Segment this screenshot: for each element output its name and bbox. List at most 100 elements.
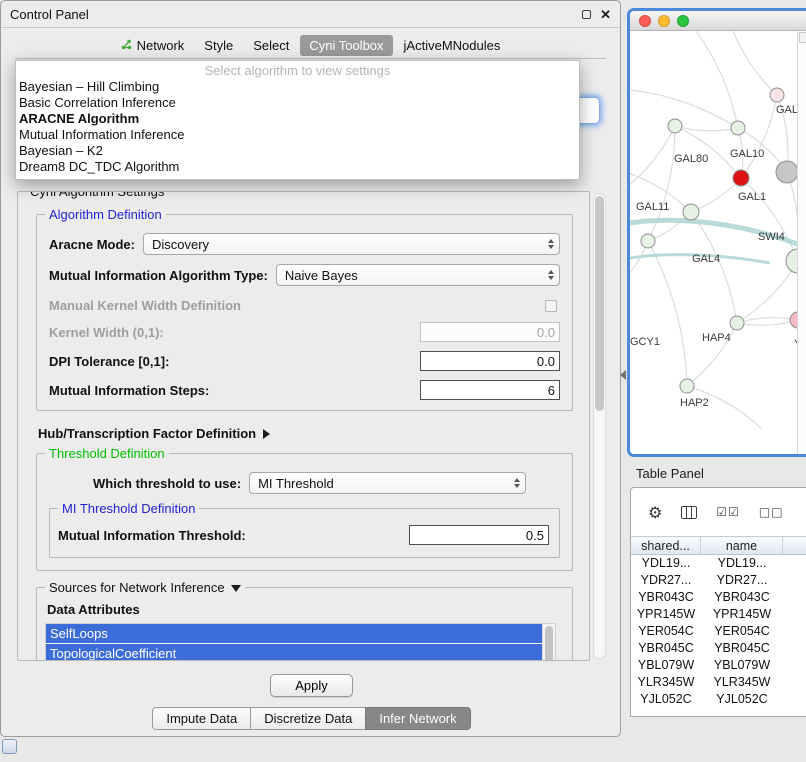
table-row[interactable]: YBR045CYBR045C9. <box>631 640 806 657</box>
expand-right-arrow-icon <box>263 429 270 439</box>
table-row[interactable]: YBR043CYBR043C <box>631 589 806 606</box>
algorithm-option-mutual-information-inference[interactable]: Mutual Information Inference <box>16 127 579 143</box>
manual-kernel-row: Manual Kernel Width Definition <box>49 298 560 313</box>
table-cell: YER054C <box>631 623 701 640</box>
gear-icon[interactable]: ⚙ <box>648 503 662 522</box>
table-row[interactable]: YLR345WYLR345W9. <box>631 674 806 691</box>
dpi-tolerance-input[interactable] <box>420 351 560 371</box>
algorithm-option-aracne-algorithm[interactable]: ARACNE Algorithm <box>16 111 579 127</box>
table-cell: YBR043C <box>701 589 783 606</box>
bottom-tab-impute-data[interactable]: Impute Data <box>152 707 251 730</box>
mi-type-select[interactable]: Naive Bayes <box>276 264 560 286</box>
tab-style[interactable]: Style <box>195 35 242 56</box>
which-threshold-select[interactable]: MI Threshold <box>249 472 526 494</box>
table-row[interactable]: YDR27...YDR27...12 <box>631 572 806 589</box>
sources-title: Sources for Network Inference <box>49 580 225 595</box>
network-icon <box>121 38 132 53</box>
algorithm-option-basic-correlation-inference[interactable]: Basic Correlation Inference <box>16 95 579 111</box>
tab-select[interactable]: Select <box>244 35 298 56</box>
dpi-tolerance-label: DPI Tolerance [0,1]: <box>49 354 169 369</box>
attribute-list: SelfLoopsTopologicalCoefficientBetweenne… <box>45 623 556 661</box>
table-cell: 9. <box>783 640 806 657</box>
network-node[interactable] <box>786 249 797 273</box>
columns-icon[interactable] <box>681 506 697 519</box>
network-node[interactable] <box>641 234 655 248</box>
scrollbar-button[interactable] <box>799 32 806 43</box>
algorithm-option-bayesian-hill-climbing[interactable]: Bayesian – Hill Climbing <box>16 79 579 95</box>
network-node[interactable] <box>668 119 682 133</box>
close-window-button[interactable] <box>639 15 651 27</box>
attribute-list-scrollbar[interactable] <box>542 624 555 661</box>
tab-cyni-toolbox[interactable]: Cyni Toolbox <box>300 35 392 56</box>
network-node[interactable] <box>776 161 797 183</box>
settings-scrollbar[interactable] <box>593 193 606 659</box>
algorithm-option-bayesian-k2[interactable]: Bayesian – K2 <box>16 143 579 159</box>
attribute-item-topologicalcoefficient[interactable]: TopologicalCoefficient <box>46 644 542 661</box>
hub-section-toggle[interactable]: Hub/Transcription Factor Definition <box>38 426 577 441</box>
minimized-panel-icon[interactable] <box>2 739 17 754</box>
scrollbar-thumb[interactable] <box>545 626 553 661</box>
zoom-window-button[interactable] <box>677 15 689 27</box>
aracne-mode-row: Aracne Mode: Discovery <box>49 233 560 255</box>
table-cell: YJL052C <box>631 691 701 708</box>
mi-steps-input[interactable] <box>420 380 560 400</box>
tab-label: Select <box>253 38 289 53</box>
network-node[interactable] <box>731 121 745 135</box>
select-all-icon[interactable]: ☑☑ <box>716 505 740 519</box>
network-node[interactable] <box>730 316 744 330</box>
minimize-window-button[interactable] <box>658 15 670 27</box>
network-edge <box>730 31 777 95</box>
column-header-2[interactable] <box>783 537 806 554</box>
network-canvas[interactable]: GALGAL80GAL10GAL11GAL1SWI4GAL4GCY1HAP4HA… <box>630 31 806 454</box>
column-header-name[interactable]: name <box>701 537 783 554</box>
table-toolbar: ⚙ ☑☑ □□ <box>631 488 806 536</box>
network-edge <box>630 89 738 128</box>
sources-group: Sources for Network Inference Data Attri… <box>36 587 573 661</box>
float-panel-icon[interactable] <box>582 10 591 19</box>
network-node[interactable] <box>770 88 784 102</box>
tab-network[interactable]: Network <box>112 35 194 56</box>
node-label: GAL10 <box>730 148 764 160</box>
node-label: GAL11 <box>636 201 669 213</box>
mi-steps-row: Mutual Information Steps: <box>49 380 560 400</box>
mi-threshold-group: MI Threshold Definition Mutual Informati… <box>49 508 560 558</box>
table-panel-title: Table Panel <box>636 466 704 481</box>
scrollbar-thumb[interactable] <box>595 196 604 411</box>
node-label: GAL <box>776 104 797 116</box>
close-panel-icon[interactable]: ✕ <box>600 8 611 21</box>
network-node[interactable] <box>680 379 694 393</box>
table-cell: YBL079W <box>701 657 783 674</box>
attribute-item-selfloops[interactable]: SelfLoops <box>46 624 542 643</box>
table-cell: YPR145W <box>631 606 701 623</box>
threshold-definition-title: Threshold Definition <box>45 446 169 461</box>
sources-toggle[interactable]: Sources for Network Inference <box>45 580 245 595</box>
network-node[interactable] <box>683 204 699 220</box>
table-cell <box>783 657 806 674</box>
node-label: GCY1 <box>630 336 660 348</box>
table-row[interactable]: YJL052CYJL052C <box>631 691 806 708</box>
deselect-all-icon[interactable]: □□ <box>759 505 784 519</box>
tab-jactivemnodules[interactable]: jActiveMNodules <box>395 35 510 56</box>
mi-threshold-input[interactable] <box>409 525 549 545</box>
network-node[interactable] <box>733 170 749 186</box>
column-header-shared[interactable]: shared... <box>631 537 701 554</box>
bottom-tab-infer-network[interactable]: Infer Network <box>365 707 470 730</box>
table-row[interactable]: YBL079WYBL079W <box>631 657 806 674</box>
node-label: SWI4 <box>758 231 785 243</box>
aracne-mode-select[interactable]: Discovery <box>143 233 560 255</box>
table-cell: YLR345W <box>701 674 783 691</box>
collapse-down-arrow-icon <box>231 585 241 592</box>
network-window-titlebar[interactable] <box>630 11 806 31</box>
network-edge <box>737 261 797 323</box>
table-row[interactable]: YER054CYER054C8. <box>631 623 806 640</box>
apply-button[interactable]: Apply <box>270 674 353 697</box>
panel-collapse-handle[interactable] <box>620 370 626 380</box>
mi-threshold-row: Mutual Information Threshold: <box>58 525 551 545</box>
network-scrollbar[interactable] <box>797 31 806 454</box>
table-row[interactable]: YPR145WYPR145W9. <box>631 606 806 623</box>
algorithm-option-dream8-dc-tdc-algorithm[interactable]: Dream8 DC_TDC Algorithm <box>16 159 579 175</box>
bottom-tab-discretize-data[interactable]: Discretize Data <box>250 707 366 730</box>
control-panel-titlebar: Control Panel ✕ <box>1 1 620 28</box>
table-row[interactable]: YDL19...YDL19...13 <box>631 555 806 572</box>
network-node[interactable] <box>790 312 797 328</box>
